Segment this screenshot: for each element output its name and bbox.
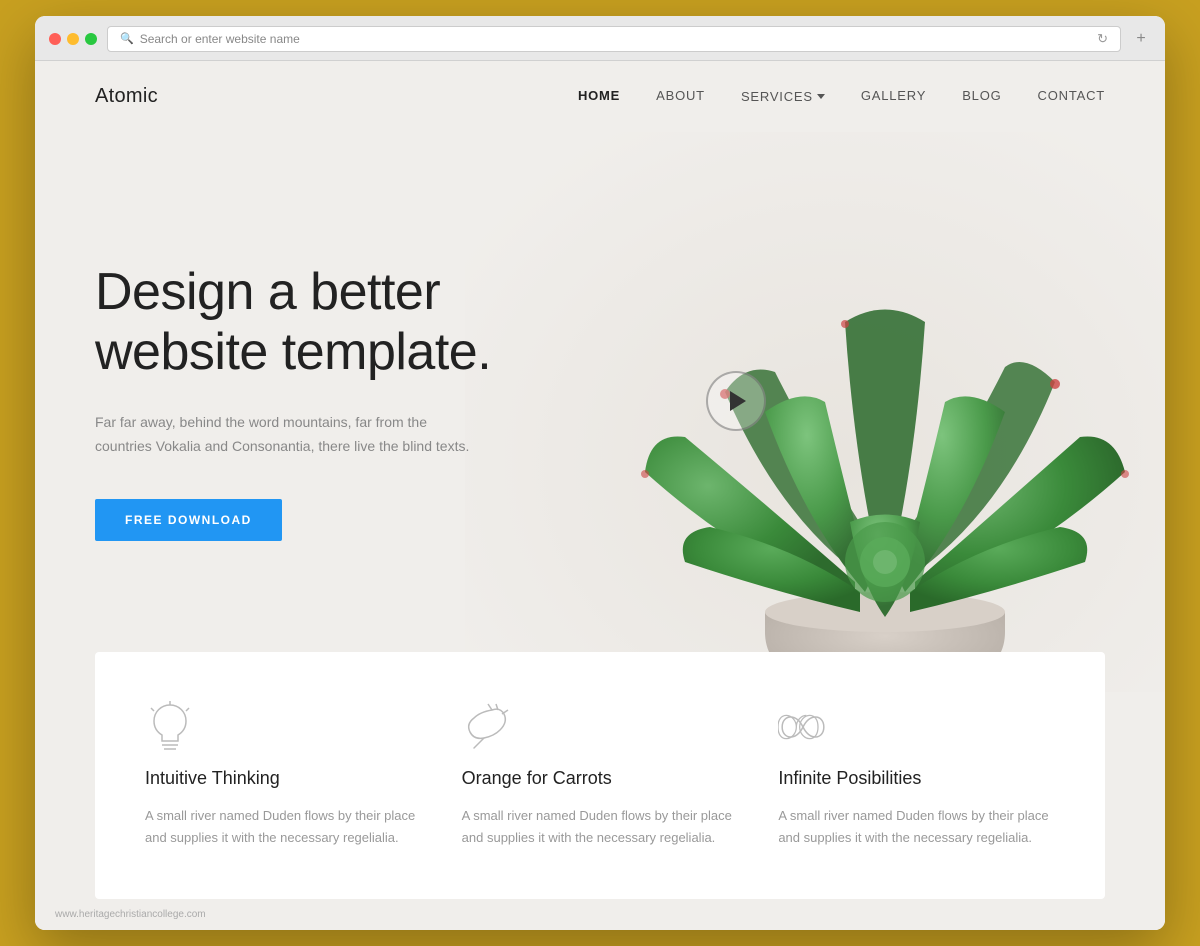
feature-desc-3: A small river named Duden flows by their…: [778, 805, 1055, 849]
browser-chrome: 🔍 Search or enter website name ↻ +: [35, 16, 1165, 61]
close-button[interactable]: [49, 33, 61, 45]
features-section: Intuitive Thinking A small river named D…: [95, 652, 1105, 899]
traffic-lights: [49, 33, 97, 45]
free-download-button[interactable]: FREE DOWNLOAD: [95, 499, 282, 541]
hero-title: Design a better website template.: [95, 263, 525, 383]
feature-item-1: Intuitive Thinking A small river named D…: [145, 702, 422, 849]
browser-window: 🔍 Search or enter website name ↻ + Atomi…: [35, 16, 1165, 930]
address-bar-text: Search or enter website name: [140, 32, 300, 46]
carrot-icon: [462, 702, 512, 752]
site-logo[interactable]: Atomic: [95, 85, 158, 108]
nav-links: HOME ABOUT SERVICES GALLERY BLOG: [578, 87, 1105, 105]
nav-item-blog[interactable]: BLOG: [962, 87, 1001, 105]
watermark-text: www.heritagechristiancollege.com: [55, 909, 206, 920]
feature-desc-1: A small river named Duden flows by their…: [145, 805, 422, 849]
chevron-down-icon: [817, 94, 825, 99]
feature-item-3: Infinite Posibilities A small river name…: [778, 702, 1055, 849]
play-icon: [730, 391, 746, 411]
minimize-button[interactable]: [67, 33, 79, 45]
play-button[interactable]: [706, 371, 766, 431]
refresh-icon[interactable]: ↻: [1097, 31, 1108, 47]
new-tab-button[interactable]: +: [1131, 29, 1151, 49]
lightbulb-icon: [145, 702, 195, 752]
fullscreen-button[interactable]: [85, 33, 97, 45]
feature-title-3: Infinite Posibilities: [778, 768, 1055, 789]
nav-item-services[interactable]: SERVICES: [741, 89, 825, 104]
nav-link-home[interactable]: HOME: [578, 88, 620, 103]
nav-item-gallery[interactable]: GALLERY: [861, 87, 926, 105]
nav-item-contact[interactable]: CONTACT: [1038, 87, 1105, 105]
nav-link-blog[interactable]: BLOG: [962, 88, 1001, 103]
nav-item-about[interactable]: ABOUT: [656, 87, 705, 105]
nav-link-services[interactable]: SERVICES: [741, 89, 825, 104]
hero-section: Design a better website template. Far fa…: [35, 132, 1165, 692]
nav-link-about[interactable]: ABOUT: [656, 88, 705, 103]
feature-item-2: Orange for Carrots A small river named D…: [462, 702, 739, 849]
nav-link-gallery[interactable]: GALLERY: [861, 88, 926, 103]
hero-content: Design a better website template. Far fa…: [35, 203, 585, 620]
website-content: Atomic HOME ABOUT SERVICES GALLERY: [35, 61, 1165, 930]
feature-desc-2: A small river named Duden flows by their…: [462, 805, 739, 849]
feature-title-2: Orange for Carrots: [462, 768, 739, 789]
feature-title-1: Intuitive Thinking: [145, 768, 422, 789]
nav-item-home[interactable]: HOME: [578, 87, 620, 105]
hero-subtitle: Far far away, behind the word mountains,…: [95, 411, 475, 459]
watermark: www.heritagechristiancollege.com: [35, 899, 1165, 930]
search-icon: 🔍: [120, 32, 134, 45]
infinity-icon: [778, 702, 828, 752]
nav-link-contact[interactable]: CONTACT: [1038, 88, 1105, 103]
navigation: Atomic HOME ABOUT SERVICES GALLERY: [35, 61, 1165, 132]
address-bar[interactable]: 🔍 Search or enter website name ↻: [107, 26, 1121, 52]
